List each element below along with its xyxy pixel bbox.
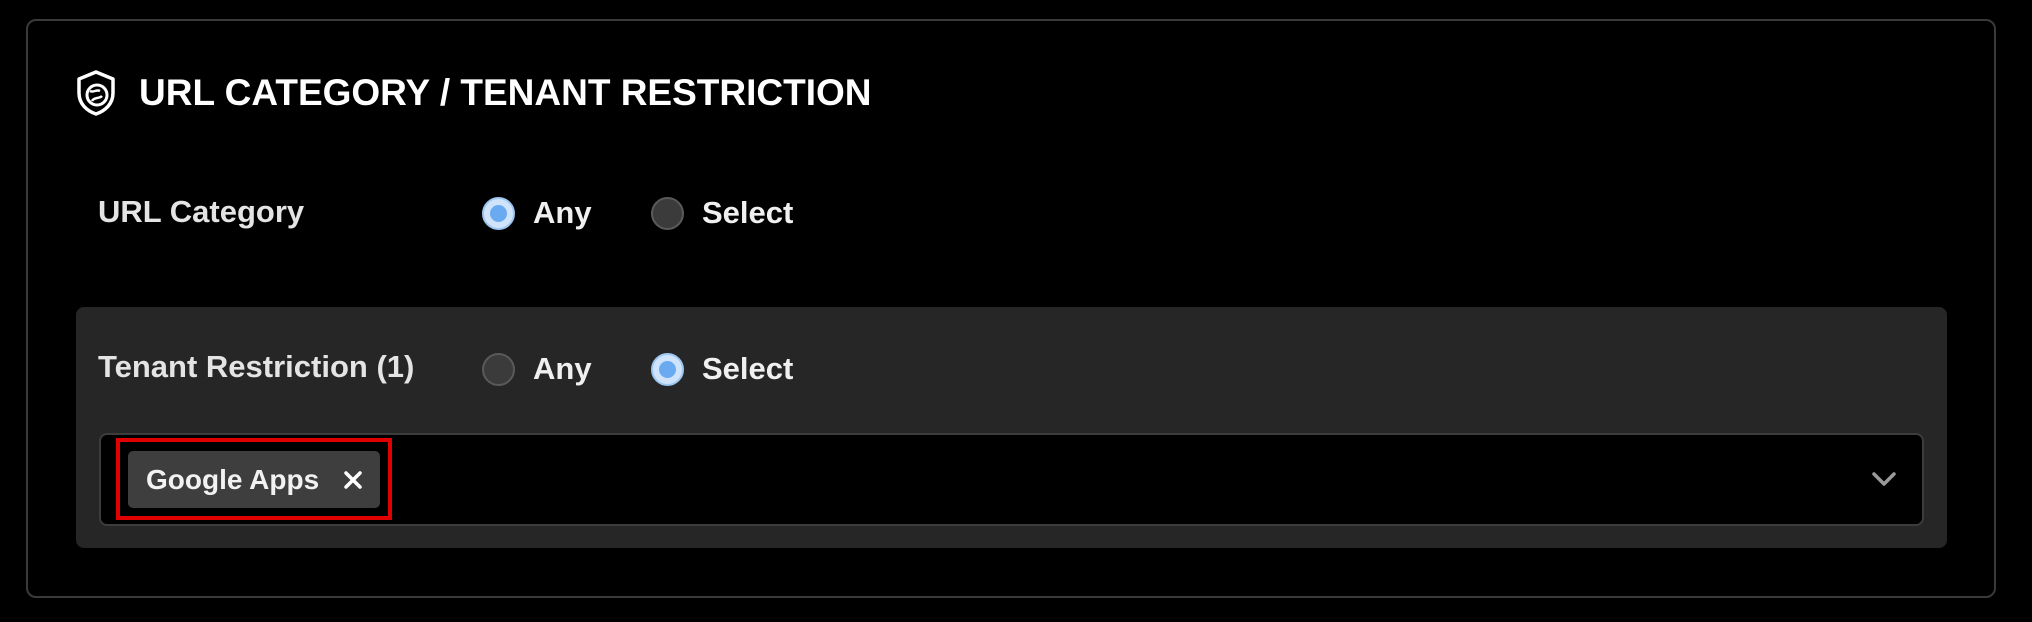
chevron-down-icon[interactable] (1868, 464, 1900, 494)
radio-selected-indicator[interactable] (651, 352, 684, 386)
tenant-restriction-label: Tenant Restriction (1) (98, 349, 415, 384)
highlight-box (116, 438, 392, 520)
radio-label: Select (702, 351, 794, 386)
url-category-label: URL Category (98, 194, 305, 229)
radio-label: Any (533, 351, 592, 386)
tenant-restriction-select-radio[interactable]: Select (651, 351, 793, 387)
url-category-any-radio[interactable]: Any (482, 195, 592, 231)
section-header: URL CATEGORY / TENANT RESTRICTION (74, 68, 871, 118)
radio-label: Select (702, 195, 794, 230)
shield-globe-icon (74, 69, 118, 117)
radio-unselected-indicator[interactable] (482, 352, 515, 386)
tenant-restriction-any-radio[interactable]: Any (482, 351, 592, 387)
radio-selected-indicator[interactable] (482, 196, 515, 230)
section-title: URL CATEGORY / TENANT RESTRICTION (139, 72, 872, 113)
radio-label: Any (533, 195, 592, 230)
radio-unselected-indicator[interactable] (651, 196, 684, 230)
url-category-select-radio[interactable]: Select (651, 195, 793, 231)
